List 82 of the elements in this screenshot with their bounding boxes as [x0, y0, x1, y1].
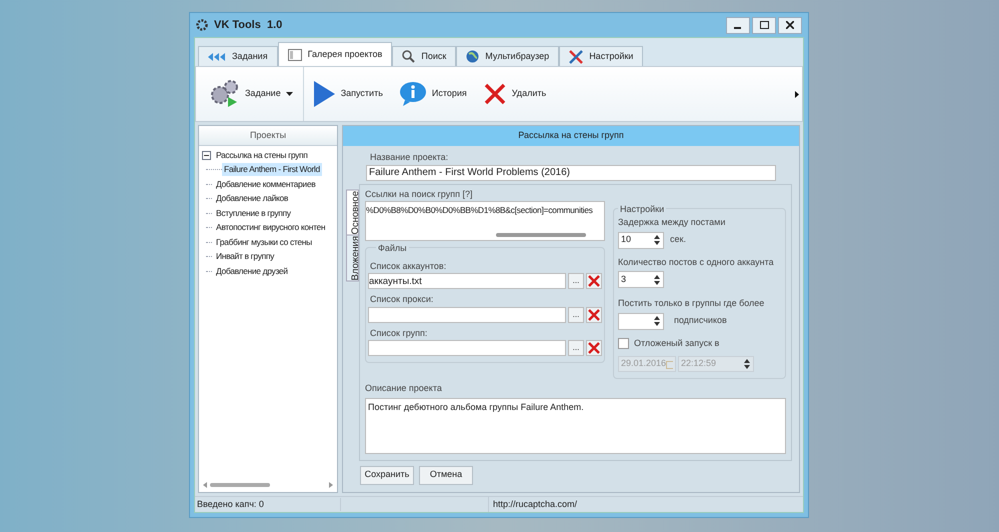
- play-icon: [312, 80, 336, 108]
- tab[interactable]: Мультибраузер: [456, 46, 560, 66]
- collapse-icon[interactable]: [202, 150, 211, 160]
- clear-icon[interactable]: [588, 275, 600, 287]
- gear-icon: [196, 19, 208, 31]
- arrows-icon: [208, 52, 226, 62]
- side-tab[interactable]: Основное: [346, 190, 359, 236]
- clear-icon[interactable]: [588, 308, 600, 320]
- status-text: http://rucaptcha.com/: [492, 498, 578, 511]
- field-label: Список прокси:: [369, 293, 434, 306]
- browse-button[interactable]: ...: [568, 340, 584, 356]
- side-tab[interactable]: Вложения: [346, 235, 359, 282]
- tree-item[interactable]: Вступление в группу: [214, 206, 293, 220]
- status-text: Введено капч: 0: [195, 498, 341, 512]
- file-path-field[interactable]: [368, 340, 566, 356]
- field-label: Количество постов с одного аккаунта: [618, 256, 775, 269]
- file-path-field[interactable]: аккаунты.txt: [368, 273, 566, 289]
- close-button[interactable]: [778, 16, 802, 34]
- caret-icon: [286, 92, 293, 96]
- links-textarea[interactable]: %D0%B8%D0%B0%D0%BB%D1%8B&c[section]=communities: [365, 201, 605, 241]
- maximize-button[interactable]: [752, 16, 776, 34]
- close-icon: [786, 21, 794, 29]
- panel-header: Проекты: [199, 126, 337, 146]
- toolbar-button[interactable]: Запустить: [304, 67, 391, 121]
- link-text: %D0%B8%D0%B0%D0%BB%D1%8B&c[section]=communities: [366, 204, 593, 217]
- tab[interactable]: Задания: [198, 46, 278, 66]
- tab[interactable]: Галерея проектов: [278, 42, 392, 66]
- toolbar-button[interactable]: История: [390, 67, 475, 121]
- toolbar-button[interactable]: Удалить: [474, 67, 554, 121]
- spinner-icon[interactable]: [743, 358, 751, 370]
- scroll-left-icon[interactable]: [203, 482, 207, 488]
- panel-header: Рассылка на стены групп: [343, 126, 799, 146]
- browse-button[interactable]: ...: [568, 306, 584, 322]
- number-field[interactable]: 3: [618, 271, 664, 288]
- tree-item[interactable]: Инвайт в группу: [214, 250, 276, 264]
- file-path-field[interactable]: [368, 306, 566, 322]
- delete-icon: [482, 82, 507, 106]
- field-label: Название проекта:: [369, 151, 450, 164]
- field-label: Список групп:: [369, 326, 428, 340]
- tree-item[interactable]: Добавление комментариев: [214, 178, 318, 191]
- toolbar-button[interactable]: Задание: [202, 67, 304, 121]
- gears-icon: [210, 79, 240, 109]
- info-icon: [398, 81, 427, 107]
- spinner-icon[interactable]: [653, 315, 661, 327]
- tools-icon: [569, 50, 584, 64]
- maximize-icon: [760, 21, 768, 29]
- scrollbar[interactable]: [203, 480, 333, 490]
- description-textarea[interactable]: Постинг дебютного альбома группы Failure Anthem.: [365, 398, 786, 454]
- field-label: Задержка между постами: [618, 216, 726, 229]
- window-title: VK Tools 1.0: [214, 18, 282, 33]
- browse-button[interactable]: ...: [568, 273, 584, 289]
- spinner-icon[interactable]: [653, 274, 661, 286]
- tree-item[interactable]: Рассылка на стены групп: [214, 148, 310, 162]
- window-icon: [288, 48, 302, 60]
- tab[interactable]: Настройки: [559, 46, 644, 66]
- project-name-field[interactable]: Failure Anthem - First World Problems (2016): [366, 164, 776, 180]
- minimize-button[interactable]: [726, 16, 750, 34]
- tree-item[interactable]: Добавление лайков: [214, 192, 290, 206]
- number-field[interactable]: 10: [618, 232, 664, 248]
- tree-item[interactable]: Граббинг музыки со стены: [214, 236, 314, 249]
- group-title: Настройки: [618, 202, 666, 216]
- tree-item[interactable]: Автопостинг вирусного контен: [214, 221, 328, 234]
- tree-item[interactable]: Failure Anthem - First World: [222, 163, 322, 176]
- globe-icon: [466, 50, 480, 63]
- tree-item[interactable]: Добавление друзей: [214, 264, 290, 278]
- form-button[interactable]: Отмена: [419, 466, 473, 484]
- field-label: Ссылки на поиск групп [?]: [365, 188, 474, 201]
- clear-icon[interactable]: [588, 342, 600, 354]
- scroll-right-icon[interactable]: [329, 482, 333, 488]
- tab[interactable]: Поиск: [392, 46, 456, 66]
- spinner-icon[interactable]: [653, 234, 661, 246]
- search-icon: [402, 50, 416, 63]
- number-field[interactable]: [618, 312, 664, 330]
- checkbox[interactable]: [618, 338, 629, 349]
- unit-label: сек.: [670, 233, 686, 246]
- field-label: Список аккаунтов:: [369, 260, 448, 273]
- checkbox-label: Отложеный запуск в: [634, 336, 720, 350]
- form-button[interactable]: Сохранить: [360, 466, 414, 484]
- more-arrow-icon[interactable]: [795, 90, 799, 98]
- unit-label: подписчиков: [674, 314, 727, 328]
- field-label: Описание проекта: [365, 382, 442, 395]
- field-label: Постить только в группы где более: [618, 297, 766, 310]
